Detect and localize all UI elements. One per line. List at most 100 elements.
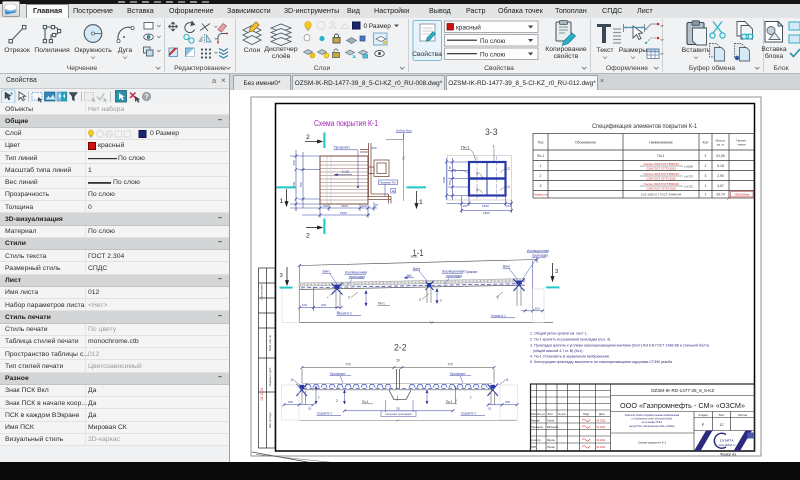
svg-text:9000: 9000 (411, 255, 418, 259)
svg-text:3: 3 (280, 273, 283, 279)
svg-text:Изм: Изм (531, 412, 536, 416)
svg-text:Листов: Листов (738, 413, 748, 417)
svg-text:Поз: Поз (538, 141, 544, 145)
svg-text:2,90: 2,90 (717, 174, 724, 178)
svg-text:свойств: свойств (554, 52, 579, 60)
svg-text:Комплекс сборки исправительным: Комплекс сборки исправительными комбинац… (625, 415, 680, 417)
svg-text:04.2021: 04.2021 (597, 419, 607, 422)
svg-text:С245 ГОСТ 27772-2015: С245 ГОСТ 27772-2015 (646, 177, 676, 181)
svg-text:Свойства: Свойства (412, 50, 442, 58)
svg-text:Пк-1: Пк-1 (446, 400, 453, 404)
svg-text:прокладка: прокладка (446, 274, 462, 278)
svg-text:на установке ЗУБ-1: на установке ЗУБ-1 (642, 422, 664, 424)
svg-text:1500: 1500 (442, 176, 446, 183)
svg-text:200: 200 (321, 303, 326, 307)
svg-text:Редактирование: Редактирование (174, 65, 226, 72)
svg-text:По слою: По слою (480, 51, 505, 58)
svg-text:Попов: Попов (547, 445, 555, 449)
svg-text:Текст: Текст (596, 47, 613, 54)
svg-text:Лист: Лист (548, 412, 554, 416)
svg-text:2: 2 (705, 164, 707, 168)
svg-text:Подп.: Подп. (583, 412, 590, 416)
svg-text:1500: 1500 (482, 204, 489, 208)
svg-text:ГИП: ГИП (531, 445, 536, 449)
svg-text:6: 6 (507, 378, 509, 382)
svg-text:Слои: Слои (314, 65, 331, 72)
svg-text:Уголок L 50х5 ГОСТ 8509-93: Уголок L 50х5 ГОСТ 8509-93 (643, 182, 679, 186)
svg-text:Черчение: Черчение (67, 65, 98, 72)
svg-text:200: 200 (362, 204, 367, 208)
svg-text:Спецификация элементов покрыти: Спецификация элементов покрытия К-1 (592, 123, 697, 130)
svg-text:2: 2 (348, 296, 350, 300)
svg-text:Копирование: Копирование (545, 46, 587, 53)
svg-text:0 Размер: 0 Размер (364, 23, 392, 30)
svg-text:Щ: Щ (392, 189, 395, 193)
svg-text:Обозначение: Обозначение (575, 141, 596, 145)
svg-text:Изоляционная: Изоляционная (442, 270, 464, 274)
svg-text:Серия К-1: Серия К-1 (337, 312, 352, 316)
svg-text:выход ООО «Газпромнефть-СМ» «О: выход ООО «Газпромнефть-СМ» «ОЗСМ» (629, 425, 675, 428)
svg-text:Разраб.: Разраб. (531, 418, 541, 422)
svg-text:Окружность: Окружность (74, 47, 112, 54)
svg-text:4. По-1 Установить В зеркально: 4. По-1 Установить В зеркальном изображе… (530, 355, 610, 359)
svg-text:5. Конструкцию прокладку выпол: 5. Конструкцию прокладку выполнить по са… (530, 360, 672, 364)
svg-text:75: 75 (375, 203, 379, 207)
svg-text:2: 2 (336, 399, 338, 403)
svg-text:www.3Dfab.ru: www.3Dfab.ru (719, 443, 736, 447)
svg-text:04.2021: 04.2021 (597, 426, 607, 429)
svg-text:26,74: 26,74 (716, 193, 725, 197)
svg-text:75: 75 (448, 166, 452, 170)
svg-text:1: 1 (470, 396, 472, 400)
svg-text:Уголок L 50х5 ГОСТ 8509-93: Уголок L 50х5 ГОСТ 8509-93 (643, 172, 679, 176)
svg-text:Стадия: Стадия (698, 413, 708, 417)
svg-text:770: 770 (345, 363, 351, 367)
svg-text:Винт: Винт (503, 265, 511, 269)
svg-text:+: + (10, 92, 13, 98)
svg-text:ед. кг: ед. кг (717, 143, 724, 147)
svg-text:12: 12 (720, 423, 724, 427)
svg-text:Жуков: Жуков (547, 438, 555, 442)
svg-text:блока: блока (765, 52, 784, 60)
svg-text:Пк-1: Пк-1 (461, 145, 470, 150)
svg-text:1900х900мм: 1900х900мм (734, 193, 749, 197)
svg-text:2: 2 (419, 298, 421, 302)
svg-text:С21-1000-0,7 ГОСТ 24045-94: С21-1000-0,7 ГОСТ 24045-94 (641, 193, 682, 197)
svg-text:Отрезок: Отрезок (4, 47, 30, 54)
svg-text:5,18: 5,18 (717, 164, 724, 168)
svg-text:150: 150 (463, 204, 468, 208)
svg-text:Н.контр.: Н.контр. (531, 438, 541, 442)
svg-text:Дуга: Дуга (118, 47, 132, 54)
svg-text:2. По-1 крепить из резиновой п: 2. По-1 крепить из резиновой прокладки (… (530, 338, 611, 342)
svg-text:04.2021: 04.2021 (597, 439, 607, 442)
svg-text:200: 200 (535, 306, 540, 310)
svg-text:Прижим-Пгт: Прижим-Пгт (380, 180, 397, 184)
svg-text:2Б: 2Б (396, 406, 400, 410)
svg-text:20: 20 (308, 407, 312, 411)
svg-text:Слои: Слои (244, 47, 261, 54)
svg-text:Голов: Голов (547, 418, 555, 422)
svg-text:Лист: Лист (718, 413, 725, 417)
svg-text:Схема покрытия К-1: Схема покрытия К-1 (638, 441, 667, 445)
svg-text:Серия К-1: Серия К-1 (461, 412, 476, 416)
svg-text:Винт: Винт (323, 270, 331, 274)
svg-text:Бабченко: Бабченко (547, 425, 559, 429)
svg-text:?: ? (144, 94, 148, 101)
svg-text:3: 3 (540, 184, 542, 188)
svg-text:Прижим: Прижим (465, 270, 478, 274)
svg-text:Пк-1: Пк-1 (362, 400, 369, 404)
svg-text:1: 1 (419, 199, 423, 206)
svg-text:Кол.уч: Кол.уч (537, 412, 545, 416)
svg-text:от безопасных сетей, обычный о: от безопасных сетей, обычный объект (632, 418, 674, 421)
svg-text:L=1710: L=1710 (684, 184, 694, 188)
svg-text:По слою: По слою (480, 38, 505, 45)
svg-text:прокладка: прокладка (349, 275, 365, 279)
svg-text:200: 200 (505, 400, 510, 404)
svg-text:L=1560: L=1560 (684, 164, 694, 168)
svg-text:2: 2 (705, 154, 707, 158)
svg-text:Наименование: Наименование (649, 141, 673, 145)
svg-text:200: 200 (323, 204, 328, 208)
svg-text:Диспетчер: Диспетчер (264, 46, 297, 53)
svg-text:2-2: 2-2 (394, 343, 407, 354)
svg-text:Подпись и дата: Подпись и дата (268, 367, 272, 386)
svg-text:Профлист: Профлист (334, 146, 350, 150)
